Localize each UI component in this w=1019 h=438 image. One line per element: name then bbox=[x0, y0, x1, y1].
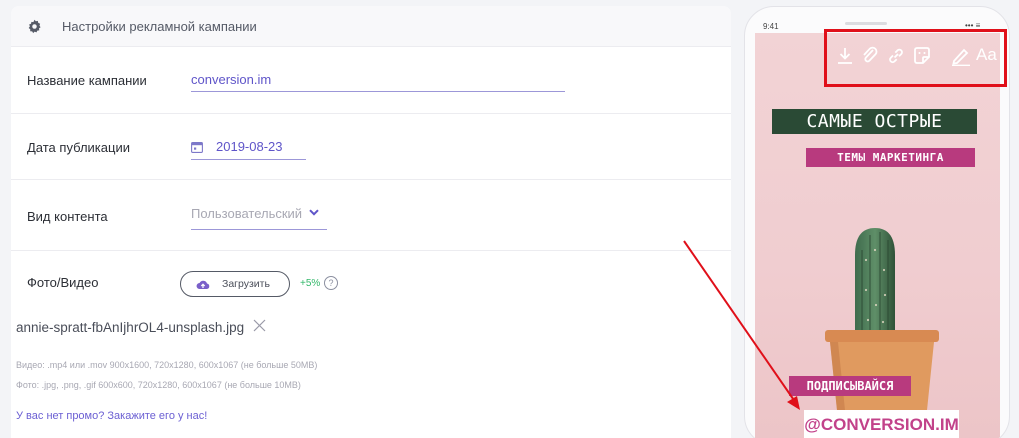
photo-requirements: Фото: .jpg, .png, .gif 600x600, 720x1280… bbox=[16, 380, 301, 390]
phone-notch bbox=[845, 22, 887, 25]
campaign-name-input[interactable]: conversion.im bbox=[191, 72, 565, 92]
calendar-icon bbox=[191, 142, 203, 153]
content-type-value: Пользовательский bbox=[191, 206, 303, 221]
close-icon[interactable] bbox=[253, 319, 266, 332]
campaign-name-value: conversion.im bbox=[191, 72, 272, 87]
story-handle-label: @CONVERSION.IM bbox=[804, 410, 959, 438]
publish-date-row: Дата публикации 2019-08-23 bbox=[11, 114, 731, 180]
bonus-badge: +5% bbox=[300, 278, 321, 289]
publish-date-input[interactable]: 2019-08-23 bbox=[191, 139, 306, 160]
content-type-label: Вид контента bbox=[27, 209, 108, 224]
order-promo-link[interactable]: У вас нет промо? Закажите его у нас! bbox=[16, 410, 207, 422]
story-headline-2: ТЕМЫ МАРКЕТИНГА bbox=[806, 148, 975, 167]
cactus-image bbox=[825, 228, 939, 420]
content-type-select[interactable]: Пользовательский bbox=[191, 206, 327, 230]
upload-button[interactable]: Загрузить bbox=[180, 271, 290, 297]
page-title: Настройки рекламной кампании bbox=[62, 18, 257, 34]
uploaded-filename: annie-spratt-fbAnIjhrOL4-unsplash.jpg bbox=[16, 320, 245, 335]
upload-label: Загрузить bbox=[222, 278, 270, 290]
campaign-name-row: Название кампании conversion.im bbox=[11, 47, 731, 114]
card-header: Настройки рекламной кампании bbox=[11, 6, 731, 47]
campaign-name-label: Название кампании bbox=[27, 73, 147, 88]
cloud-upload-icon bbox=[196, 280, 210, 289]
video-requirements: Видео: .mp4 или .mov 900x1600, 720x1280,… bbox=[16, 360, 318, 370]
campaign-settings-card: Настройки рекламной кампании Название ка… bbox=[11, 6, 731, 438]
gear-icon bbox=[28, 19, 41, 33]
story-headline-1: САМЫЕ ОСТРЫЕ bbox=[772, 109, 977, 134]
help-icon[interactable]: ? bbox=[324, 276, 338, 290]
publish-date-label: Дата публикации bbox=[27, 140, 130, 155]
status-time: 9:41 bbox=[763, 22, 779, 31]
chevron-down-icon bbox=[309, 209, 319, 216]
publish-date-value: 2019-08-23 bbox=[216, 139, 283, 154]
media-label: Фото/Видео bbox=[27, 275, 99, 290]
content-type-row: Вид контента Пользовательский bbox=[11, 180, 731, 251]
toolbar-highlight-frame bbox=[824, 29, 1007, 87]
story-subscribe-label: ПОДПИСЫВАЙСЯ bbox=[789, 376, 911, 396]
